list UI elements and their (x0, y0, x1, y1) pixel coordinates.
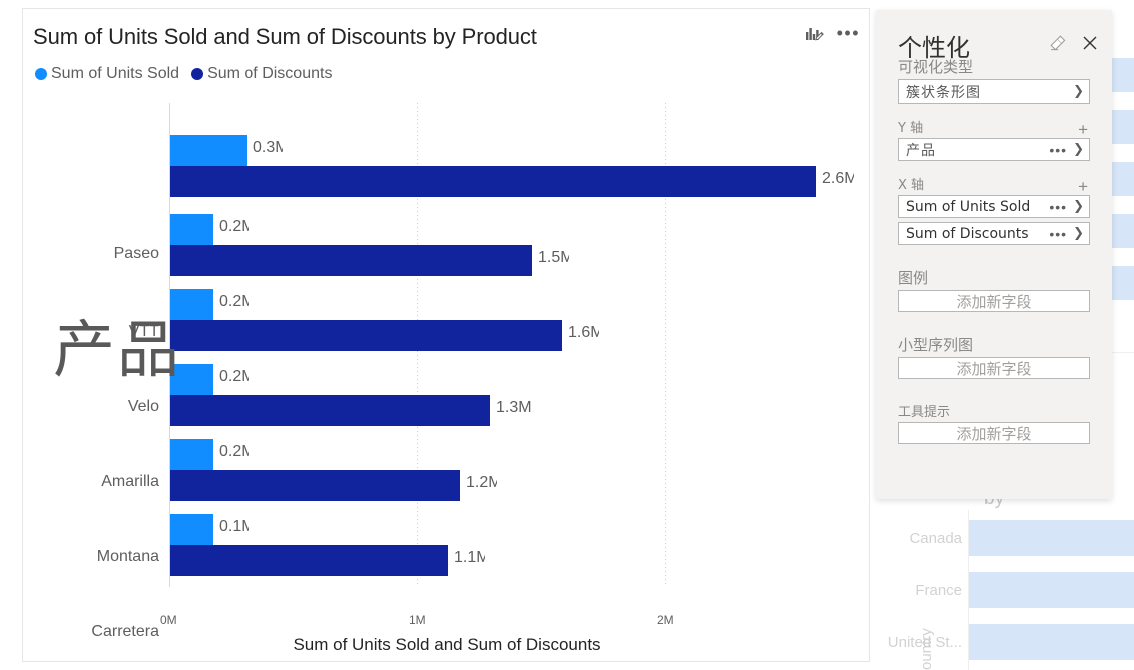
background-chart-bottom: by ountry Canada France United St... (880, 488, 1134, 670)
x-tick-2: 2M (657, 613, 674, 627)
chevron-right-icon: ❯ (1073, 142, 1084, 157)
chart-plot-area: Paseo 0.3M 2.6M VTT 0.2M 1.5M Velo 0.2M … (23, 95, 869, 640)
background-category-label: France (915, 582, 962, 599)
add-field-y-axis-button[interactable]: + (1076, 121, 1090, 138)
bar-discounts-velo[interactable] (170, 320, 562, 351)
more-options-icon[interactable]: ••• (836, 24, 861, 42)
background-bar (969, 624, 1134, 660)
add-field-small-multiples-button[interactable]: 添加新字段 (898, 357, 1090, 379)
pane-title: 个性化 (898, 34, 970, 62)
section-visualization-type: 可视化类型 簇状条形图 ❯ (898, 56, 1090, 104)
add-field-tooltips-label: 添加新字段 (956, 424, 1032, 443)
bar-discounts-paseo[interactable] (170, 166, 816, 197)
bar-value-label: 1.1M (454, 549, 485, 566)
section-label-legend: 图例 (898, 269, 929, 287)
section-label-tooltips: 工具提示 (898, 405, 951, 420)
bar-units-sold-vtt[interactable] (170, 214, 213, 245)
background-category-label: Canada (909, 530, 962, 547)
legend-item-discounts[interactable]: Sum of Discounts (191, 65, 332, 83)
page-title: Sum of Units Sold and Sum of Discounts b… (33, 24, 537, 49)
add-field-legend-label: 添加新字段 (956, 292, 1032, 311)
field-menu-icon[interactable]: ••• (1049, 143, 1067, 157)
bar-value-label: 1.3M (496, 399, 532, 416)
visualization-type-dropdown[interactable]: 簇状条形图 ❯ (898, 79, 1090, 104)
section-tooltips: 工具提示 添加新字段 (898, 401, 1090, 444)
bar-discounts-vtt[interactable] (170, 245, 532, 276)
legend-label: Sum of Discounts (207, 65, 333, 82)
bar-units-sold-paseo[interactable] (170, 135, 247, 166)
bar-units-sold-montana[interactable] (170, 439, 213, 470)
x-axis-field-label: Sum of Units Sold (906, 198, 1031, 215)
bar-units-sold-velo[interactable] (170, 289, 213, 320)
y-axis-field-product[interactable]: 产品 ••• ❯ (898, 138, 1090, 161)
x-tick-1: 1M (409, 613, 426, 627)
personalize-pane-body: 可视化类型 簇状条形图 ❯ Y 轴 + 产品 ••• ❯ X 轴 + Sum o… (876, 56, 1112, 444)
background-bar (969, 572, 1134, 608)
visual-header-icons: ••• (804, 23, 861, 43)
chevron-right-icon: ❯ (1073, 226, 1084, 241)
personalize-visual-icon[interactable] (804, 23, 824, 43)
bar-value-label: 0.1M (219, 518, 249, 535)
personalize-pane-header: 个性化 (876, 10, 1112, 62)
bar-value-label: 1.5M (538, 249, 569, 266)
x-axis-field-label: Sum of Discounts (906, 225, 1029, 242)
section-legend: 图例 添加新字段 (898, 267, 1090, 312)
chevron-right-icon: ❯ (1073, 84, 1084, 99)
field-menu-icon[interactable]: ••• (1049, 227, 1067, 241)
bar-value-label: 0.2M (219, 293, 249, 310)
bar-value-label: 0.2M (219, 218, 249, 235)
y-axis-field-label: 产品 (906, 142, 936, 159)
bar-value-label: 0.3M (253, 139, 283, 156)
section-x-axis: X 轴 + Sum of Units Sold ••• ❯ Sum of Dis… (898, 174, 1090, 245)
bar-discounts-amarilla[interactable] (170, 395, 490, 426)
close-icon[interactable] (1082, 35, 1098, 56)
chevron-right-icon: ❯ (1073, 199, 1084, 214)
section-label-y-axis: Y 轴 (898, 121, 924, 136)
bar-discounts-carretera[interactable] (170, 545, 448, 576)
eraser-reset-icon[interactable] (1049, 34, 1066, 56)
add-field-x-axis-button[interactable]: + (1076, 178, 1090, 195)
personalize-pane[interactable]: 个性化 可视化类型 簇状条形图 ❯ Y 轴 + 产品 ••• ❯ X 轴 + S… (876, 10, 1112, 499)
x-axis-field-discounts[interactable]: Sum of Discounts ••• ❯ (898, 222, 1090, 245)
x-axis-title: Sum of Units Sold and Sum of Discounts (293, 635, 601, 654)
legend-item-units-sold[interactable]: Sum of Units Sold (35, 65, 179, 83)
x-axis-field-units-sold[interactable]: Sum of Units Sold ••• ❯ (898, 195, 1090, 218)
add-field-small-multiples-label: 添加新字段 (956, 359, 1032, 378)
bar-units-sold-carretera[interactable] (170, 514, 213, 545)
bar-value-label: 0.2M (219, 368, 249, 385)
bar-value-label: 2.6M (822, 170, 854, 187)
bar-units-sold-amarilla[interactable] (170, 364, 213, 395)
legend-swatch-icon (35, 68, 47, 80)
legend-swatch-icon (191, 68, 204, 80)
section-label-small-multiples: 小型序列图 (898, 336, 974, 354)
field-menu-icon[interactable]: ••• (1049, 200, 1067, 214)
visualization-type-value: 簇状条形图 (906, 84, 981, 101)
section-small-multiples: 小型序列图 添加新字段 (898, 334, 1090, 379)
chart-legend: Sum of Units Sold Sum of Discounts (35, 65, 339, 83)
bar-value-label: 1.6M (568, 324, 599, 341)
legend-label: Sum of Units Sold (51, 65, 180, 82)
section-y-axis: Y 轴 + 产品 ••• ❯ (898, 117, 1090, 161)
section-label-x-axis: X 轴 (898, 178, 925, 193)
bar-value-label: 0.2M (219, 443, 249, 460)
visual-header: Sum of Units Sold and Sum of Discounts b… (23, 9, 869, 65)
add-field-legend-button[interactable]: 添加新字段 (898, 290, 1090, 312)
pane-header-icons (1049, 34, 1098, 56)
chart-visual-container[interactable]: Sum of Units Sold and Sum of Discounts b… (22, 8, 870, 662)
background-category-label: United St... (887, 634, 962, 651)
add-field-tooltips-button[interactable]: 添加新字段 (898, 422, 1090, 444)
background-bar (969, 520, 1134, 556)
bar-discounts-montana[interactable] (170, 470, 460, 501)
x-tick-0: 0M (160, 613, 177, 627)
bar-value-label: 1.2M (466, 474, 497, 491)
